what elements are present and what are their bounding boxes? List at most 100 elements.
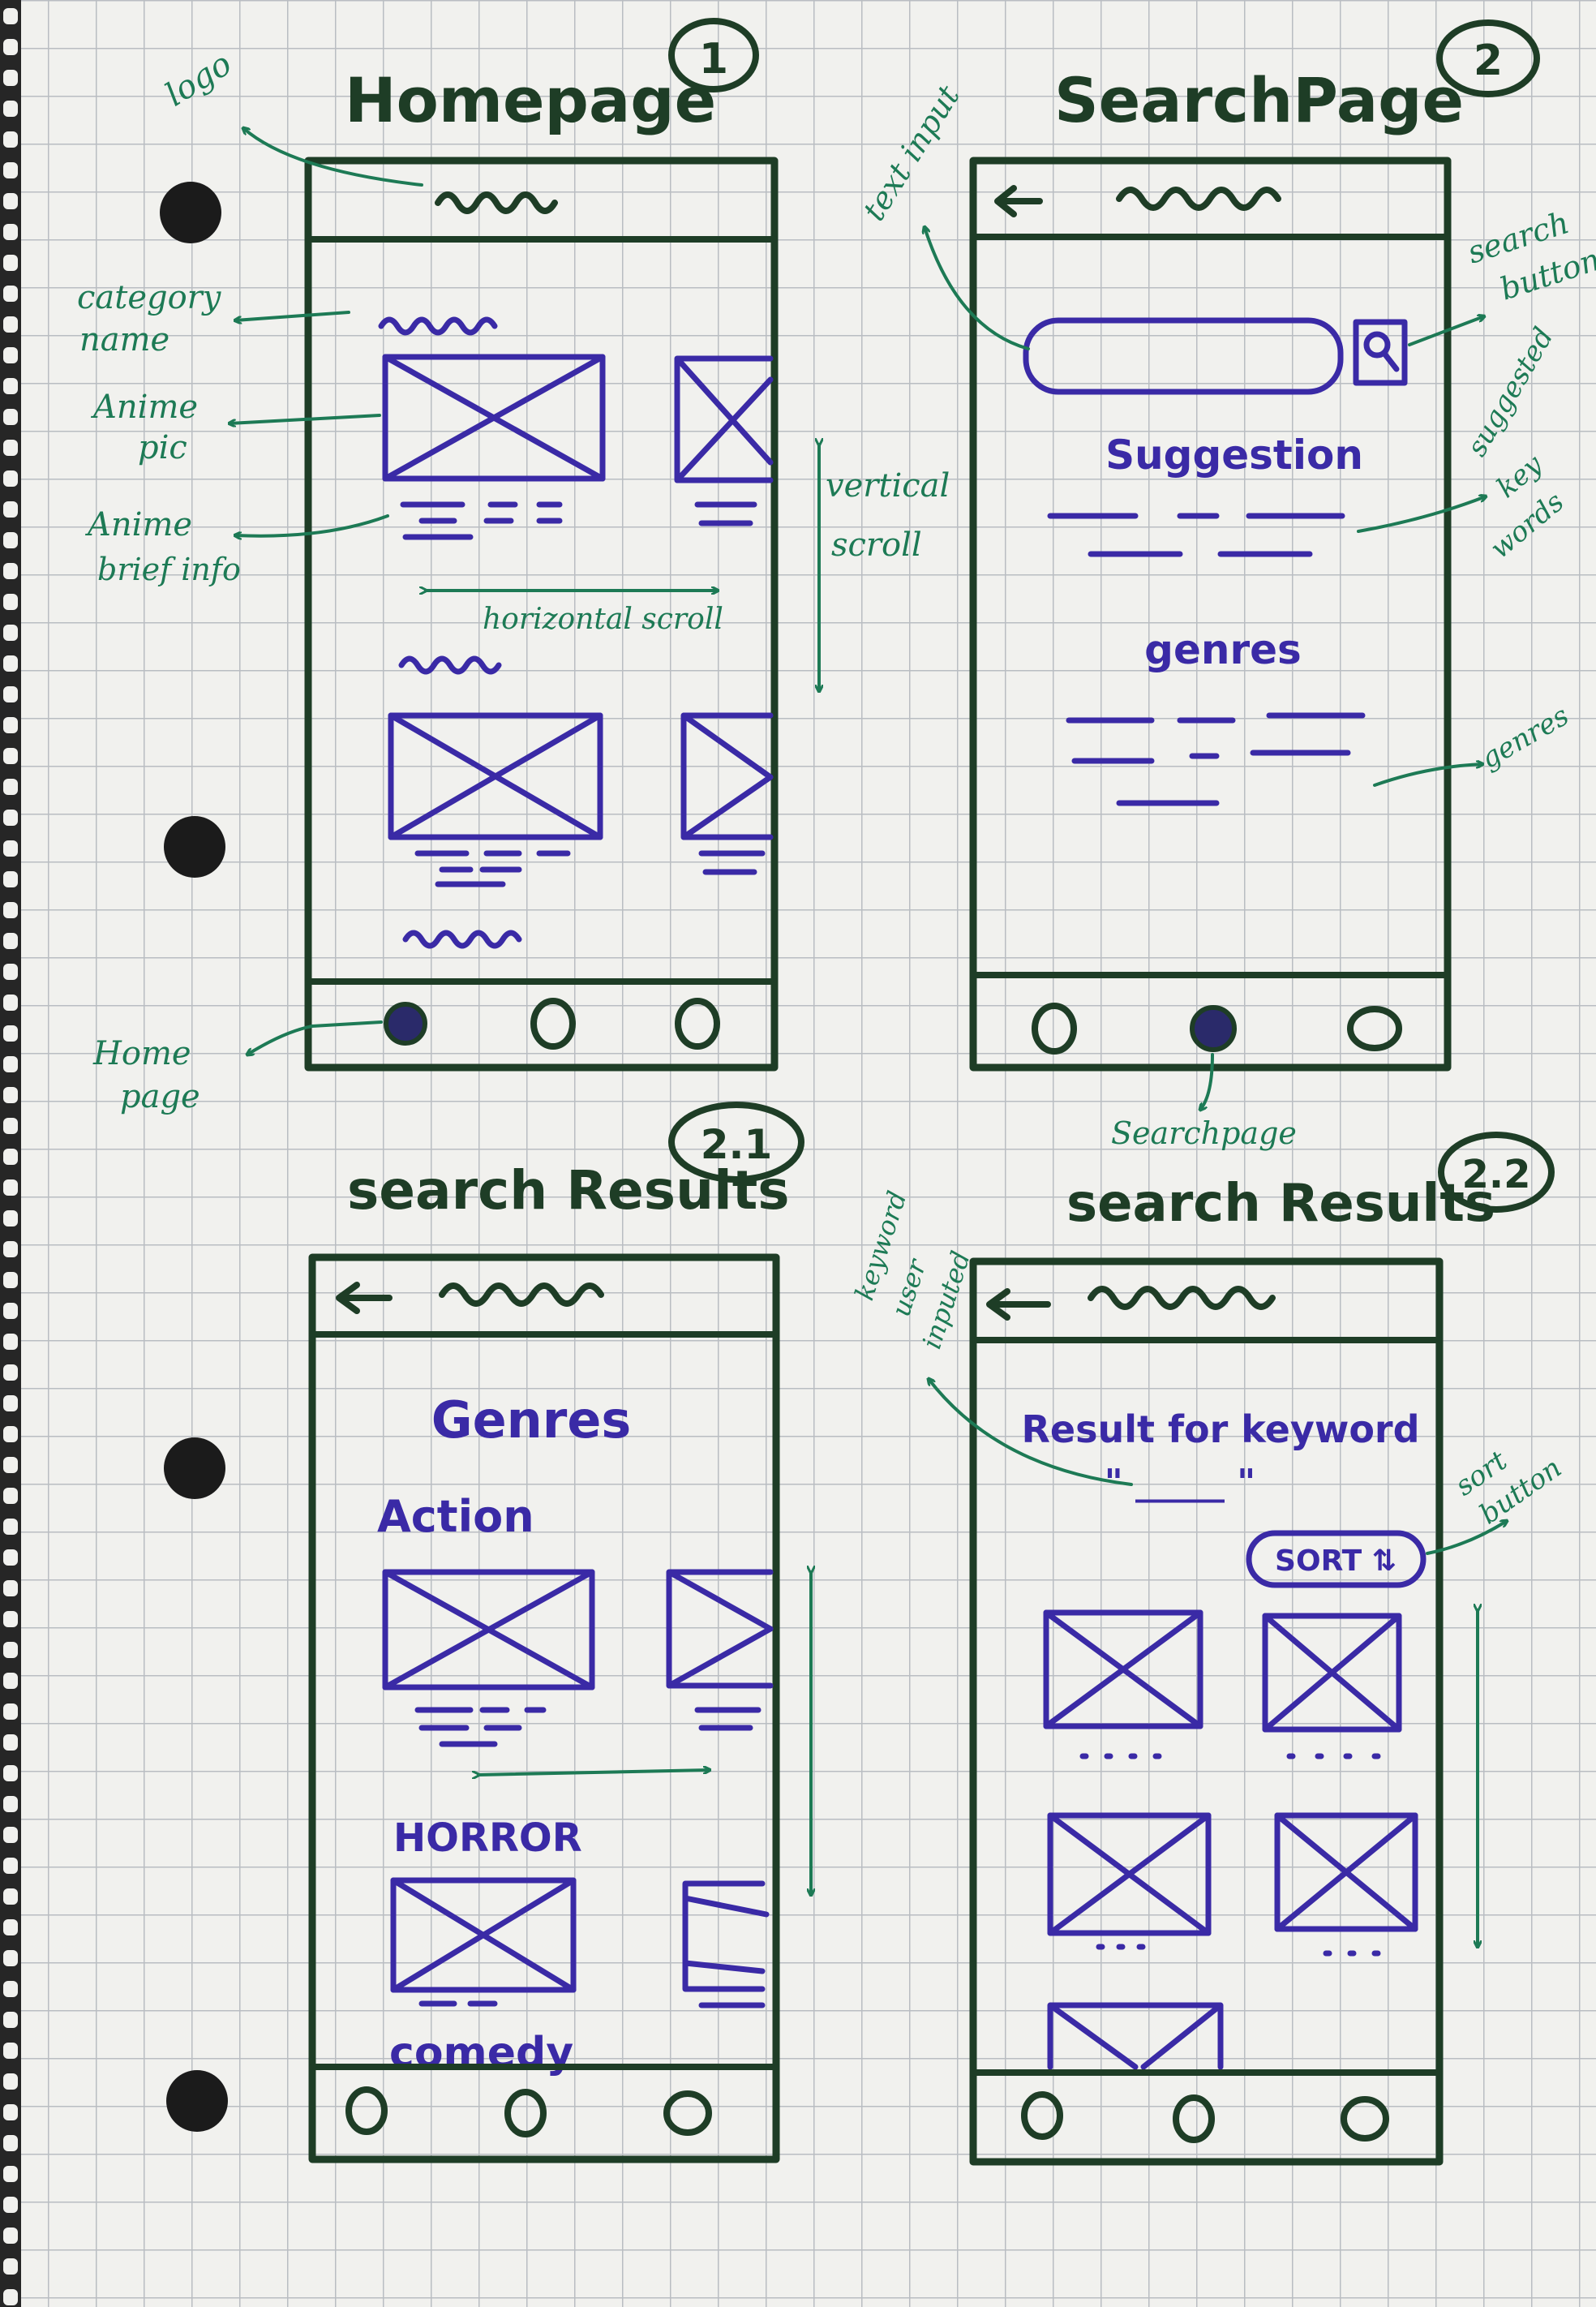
home-nav-icon[interactable]: [345, 2086, 388, 2135]
anime-brief-info: [400, 501, 563, 540]
arrow-searchpage: [1200, 1053, 1214, 1110]
note-genres: genres: [1476, 699, 1575, 775]
back-arrow-icon[interactable]: [986, 1288, 1051, 1321]
horizontal-scroll-arrow: [478, 1770, 710, 1775]
genre-list[interactable]: [1066, 712, 1366, 806]
search-nav-icon[interactable]: [504, 2089, 547, 2137]
spiral-coil: [3, 1858, 18, 1874]
spiral-coil: [3, 1580, 18, 1596]
anime-card-partial[interactable]: [682, 1880, 770, 1992]
spiral-coil: [3, 1395, 18, 1411]
spiral-coil: [3, 1118, 18, 1134]
anime-brief-info: [414, 1707, 547, 1747]
spiral-coil: [3, 501, 18, 518]
spiral-coil: [3, 316, 18, 333]
anime-card[interactable]: [388, 712, 603, 840]
profile-nav-icon[interactable]: [1347, 1006, 1402, 1051]
spiral-coil: [3, 224, 18, 240]
arrow-genres: [1373, 764, 1482, 787]
spiral-coil: [3, 563, 18, 579]
spiral-coil: [3, 440, 18, 456]
spiral-coil: [3, 748, 18, 764]
note-home-page-line1: Home: [92, 1035, 191, 1072]
note-text-input: text input: [856, 79, 967, 227]
result-card[interactable]: [1043, 1609, 1203, 1729]
profile-nav-icon[interactable]: [675, 998, 720, 1050]
spiral-coil: [3, 1056, 18, 1072]
binding-holes: [160, 182, 228, 2132]
search-text-input[interactable]: [1023, 317, 1344, 395]
note-horizontal-scroll: horizontal scroll: [483, 603, 723, 636]
note-keyword-line2: user: [885, 1254, 933, 1320]
screen-number: 2.1: [701, 1121, 773, 1168]
result-card[interactable]: [1262, 1613, 1402, 1733]
spiral-coil: [3, 2166, 18, 2182]
spiral-coil: [3, 1827, 18, 1843]
result-card-partial[interactable]: [1047, 2002, 1224, 2070]
screen-number: 1: [699, 35, 728, 84]
spiral-coil: [3, 1025, 18, 1042]
logo-scribble[interactable]: [1088, 1286, 1276, 1310]
arrow-suggested: [1357, 496, 1486, 533]
suggested-keywords[interactable]: [1047, 513, 1345, 557]
search-results-genres-title: search Results: [347, 1159, 790, 1222]
spiral-coil: [3, 1303, 18, 1319]
profile-nav-icon[interactable]: [663, 2090, 712, 2136]
spiral-coil: [3, 1981, 18, 1997]
spiral-coil: [3, 1611, 18, 1627]
back-arrow-icon[interactable]: [994, 185, 1043, 217]
genre-category-action[interactable]: Action: [377, 1491, 534, 1542]
note-brief-info-line2: brief info: [97, 552, 241, 587]
anime-card-partial[interactable]: [674, 355, 774, 483]
search-nav-icon[interactable]: [1173, 2094, 1215, 2143]
home-nav-icon[interactable]: [1032, 1003, 1077, 1055]
screen-number: 2: [1474, 37, 1503, 85]
result-for-keyword-heading: Result for keyword: [1021, 1407, 1419, 1451]
back-arrow-icon[interactable]: [336, 1282, 393, 1314]
spiral-coil: [3, 995, 18, 1011]
spiral-coil: [3, 2043, 18, 2059]
result-info-dots: [1096, 1944, 1381, 1957]
note-vertical-scroll-line1: vertical: [826, 467, 950, 505]
anime-card[interactable]: [382, 354, 606, 482]
note-category-line1: category: [77, 279, 222, 316]
spiral-coil: [3, 779, 18, 795]
spiral-coil: [3, 871, 18, 887]
spiral-coil: [3, 964, 18, 980]
anime-card[interactable]: [390, 1877, 577, 1993]
logo-scribble[interactable]: [1116, 187, 1281, 211]
note-logo: logo: [159, 45, 238, 114]
note-vertical-scroll-line2: scroll: [831, 526, 922, 564]
anime-card[interactable]: [382, 1569, 595, 1691]
screen-number: 2.2: [1461, 1152, 1530, 1197]
spiral-coil: [3, 470, 18, 487]
home-nav-icon-active[interactable]: [384, 1002, 427, 1046]
spiral-coil: [3, 1364, 18, 1381]
spiral-coil: [3, 1765, 18, 1781]
profile-nav-icon[interactable]: [1341, 2096, 1389, 2142]
result-card[interactable]: [1274, 1812, 1418, 1932]
search-results-keyword-wireframe: search Results 2.2 Result for keyword " …: [969, 1132, 1555, 2166]
note-home-page-line2: page: [120, 1078, 200, 1115]
anime-card-partial[interactable]: [666, 1569, 774, 1689]
spiral-coil: [3, 2135, 18, 2151]
result-card[interactable]: [1047, 1812, 1212, 1936]
genre-category-horror[interactable]: HORROR: [393, 1815, 582, 1861]
suggestion-heading: Suggestion: [1105, 432, 1363, 479]
logo-scribble[interactable]: [435, 191, 558, 214]
spiral-coil: [3, 1334, 18, 1350]
note-suggested-line3: words: [1484, 486, 1570, 565]
anime-card-partial[interactable]: [680, 712, 774, 840]
spiral-coil: [3, 1149, 18, 1165]
search-results-keyword-title: search Results: [1066, 1174, 1495, 1234]
home-nav-icon[interactable]: [1021, 2091, 1063, 2140]
logo-scribble[interactable]: [439, 1282, 604, 1307]
spiral-coil: [3, 2012, 18, 2028]
arrow-logo: [243, 128, 423, 187]
spiral-coil: [3, 39, 18, 55]
spiral-coil: [3, 286, 18, 302]
spiral-coil: [3, 162, 18, 178]
spiral-coil: [3, 1734, 18, 1751]
search-nav-icon[interactable]: [530, 998, 576, 1050]
search-nav-icon-active[interactable]: [1190, 1005, 1237, 1052]
